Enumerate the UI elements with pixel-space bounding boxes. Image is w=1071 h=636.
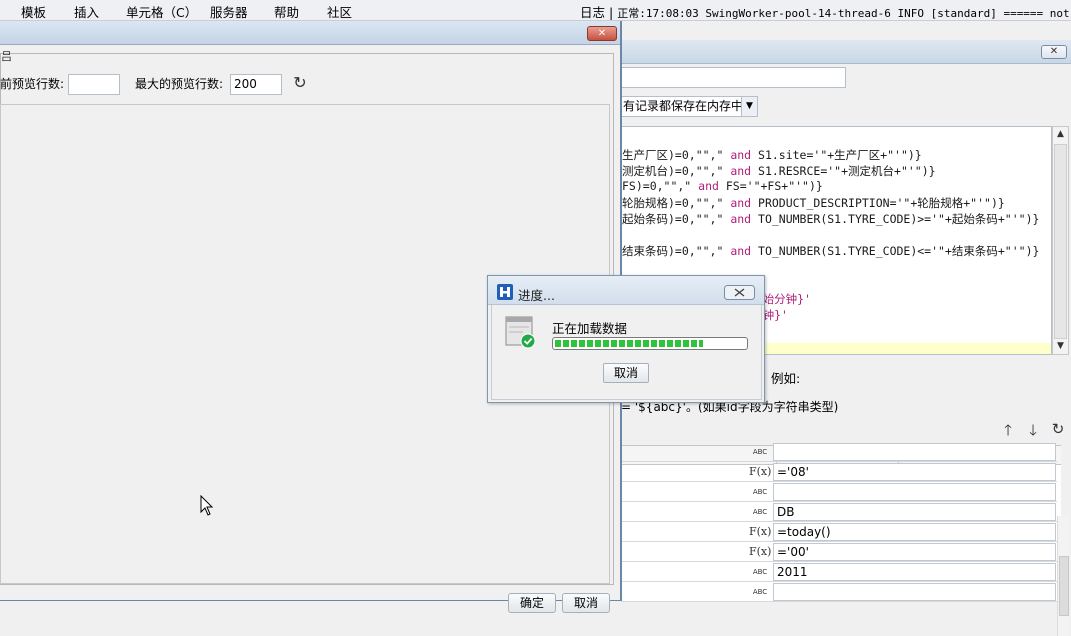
cache-mode-select[interactable]: 有记录都保存在内存中 ▼ [621, 96, 758, 117]
table-row[interactable]: ABC [621, 582, 1057, 602]
parameter-table: 值 ABCF(x)='08'ABCABCDBF(x)=today()F(x)='… [621, 442, 1061, 602]
sql-token: S1.RESRCE='"+测定机台+"'")} [751, 164, 936, 178]
sql-token: 结束条码)=0,""," [622, 244, 731, 258]
close-icon[interactable]: ✕ [587, 26, 617, 41]
progress-dialog-titlebar: 进度... [488, 276, 764, 305]
cache-mode-value: 有记录都保存在内存中 [623, 99, 744, 113]
loading-data-icon [505, 316, 536, 349]
sql-line: 测定机台)=0,""," and S1.RESRCE='"+测定机台+"'")} [622, 163, 936, 179]
menu-community[interactable]: 社区 [327, 2, 352, 20]
max-preview-rows-label: 最大的预览行数: [135, 77, 224, 91]
cancel-button[interactable]: 取消 [562, 593, 610, 613]
table-row[interactable]: ABC 2011 [621, 562, 1057, 582]
menu-server[interactable]: 服务器 [210, 2, 248, 20]
mouse-cursor-icon [200, 495, 214, 516]
sql-token: FS='"+FS+"'")} [718, 179, 823, 193]
table-scrollbar[interactable] [1057, 516, 1069, 636]
preview-dialog-titlebar: ✕ [0, 21, 620, 45]
table-row[interactable]: ABC DB [621, 502, 1057, 522]
string-type-icon[interactable]: ABC [749, 443, 771, 461]
sql-token: 轮胎规格)=0,""," [622, 196, 731, 210]
progress-cancel-button[interactable]: 取消 [603, 363, 649, 383]
parameter-value-input[interactable] [773, 443, 1056, 461]
dataset-dialog-close-button[interactable]: ✕ [1041, 45, 1067, 59]
string-type-icon[interactable]: ABC [749, 503, 771, 521]
dataset-name-input[interactable] [621, 67, 846, 88]
progress-bar-fill [555, 340, 703, 347]
app-logo-icon [497, 284, 513, 300]
preview-rows-input[interactable] [68, 74, 120, 95]
string-type-icon[interactable]: ABC [749, 563, 771, 581]
parameter-value-input[interactable]: ='08' [773, 463, 1056, 481]
refresh-icon[interactable]: ↻ [1048, 420, 1068, 438]
progress-dialog-title: 进度... [518, 288, 555, 303]
parameter-value-input[interactable]: =today() [773, 523, 1056, 541]
log-text: 正常:17:08:03 SwingWorker-pool-14-thread-6… [617, 7, 1071, 20]
sql-token: and [730, 212, 752, 226]
formula-type-icon[interactable]: F(x) [749, 463, 771, 481]
table-row[interactable]: ABC [621, 442, 1057, 462]
sql-token: 测定机台)=0,""," [622, 164, 731, 178]
table-row[interactable]: F(x) =today() [621, 522, 1057, 542]
scrollbar-thumb[interactable] [1054, 144, 1067, 339]
close-icon[interactable] [724, 285, 755, 300]
parameter-value-input[interactable]: 2011 [773, 563, 1056, 581]
progress-message: 正在加载数据 [552, 321, 628, 336]
sql-line: FS)=0,""," and FS='"+FS+"'")} [622, 179, 823, 193]
sql-token: and [730, 244, 752, 258]
max-preview-rows-input[interactable]: 200 [230, 74, 282, 95]
string-type-icon[interactable]: ABC [749, 583, 771, 601]
scrollbar-thumb[interactable] [1059, 556, 1069, 616]
scroll-down-icon[interactable]: ▼ [1053, 339, 1068, 354]
menu-template[interactable]: 模板 [21, 2, 46, 20]
sql-token: S1.site='"+生产厂区+"'")} [751, 148, 922, 162]
sql-token: and [698, 179, 719, 193]
refresh-icon[interactable]: ↻ [290, 73, 310, 95]
formula-type-icon[interactable]: F(x) [749, 523, 771, 541]
menu-cell[interactable]: 单元格（C） [126, 2, 197, 20]
sql-token: and [730, 148, 752, 162]
chevron-down-icon[interactable]: ▼ [741, 97, 757, 116]
log-label[interactable]: 日志 [580, 5, 605, 20]
sql-line: 生产厂区)=0,""," and S1.site='"+生产厂区+"'")} [622, 147, 922, 163]
example-label: 例如: [771, 371, 801, 386]
sql-token: and [730, 164, 752, 178]
preview-rows-label: 前预览行数: [0, 77, 65, 91]
progress-dialog: 进度... 正在加载数据 取消 [487, 275, 765, 403]
sql-line: 起始条码)=0,""," and TO_NUMBER(S1.TYRE_CODE)… [622, 211, 1039, 227]
parameter-value-input[interactable]: ='00' [773, 543, 1056, 561]
parameter-value-input[interactable]: DB [773, 503, 1056, 521]
table-row[interactable]: F(x) ='00' [621, 542, 1057, 562]
progress-bar [552, 337, 748, 350]
log-status: 日志 | 正常:17:08:03 SwingWorker-pool-14-thr… [580, 2, 1071, 20]
sql-scrollbar[interactable]: ▲ ▼ [1052, 126, 1069, 355]
sql-line: 结束条码)=0,""," and TO_NUMBER(S1.TYRE_CODE)… [622, 243, 1039, 259]
menu-insert[interactable]: 插入 [74, 2, 99, 20]
string-type-icon[interactable]: ABC [749, 483, 771, 501]
sql-token: 起始条码)=0,""," [622, 212, 731, 226]
sql-token: TO_NUMBER(S1.TYRE_CODE)>='"+起始条码+"'")} [751, 212, 1040, 226]
formula-type-icon[interactable]: F(x) [749, 543, 771, 561]
menu-help[interactable]: 帮助 [274, 2, 299, 20]
frame-title: 吕 [1, 50, 12, 63]
sql-token: and [730, 196, 752, 210]
parameter-value-input[interactable] [773, 483, 1056, 501]
sql-token: FS)=0,""," [622, 179, 699, 193]
sql-line: 轮胎规格)=0,""," and PRODUCT_DESCRIPTION='"+… [622, 195, 1005, 211]
parameter-value-input[interactable] [773, 583, 1056, 601]
sql-token: TO_NUMBER(S1.TYRE_CODE)<='"+结束条码+"'")} [751, 244, 1040, 258]
scroll-up-icon[interactable]: ▲ [1053, 127, 1068, 142]
log-separator: | [609, 5, 614, 20]
sql-token: PRODUCT_DESCRIPTION='"+轮胎规格+"'")} [751, 196, 1005, 210]
dataset-dialog-titlebar: ✕ [621, 40, 1071, 64]
ok-button[interactable]: 确定 [508, 593, 556, 613]
table-row[interactable]: F(x) ='08' [621, 462, 1057, 482]
menu-bar: 模板 插入 单元格（C） 服务器 帮助 社区 日志 | 正常:17:08:03 … [0, 0, 1071, 21]
sql-token: 生产厂区)=0,""," [622, 148, 731, 162]
table-row[interactable]: ABC [621, 482, 1057, 502]
